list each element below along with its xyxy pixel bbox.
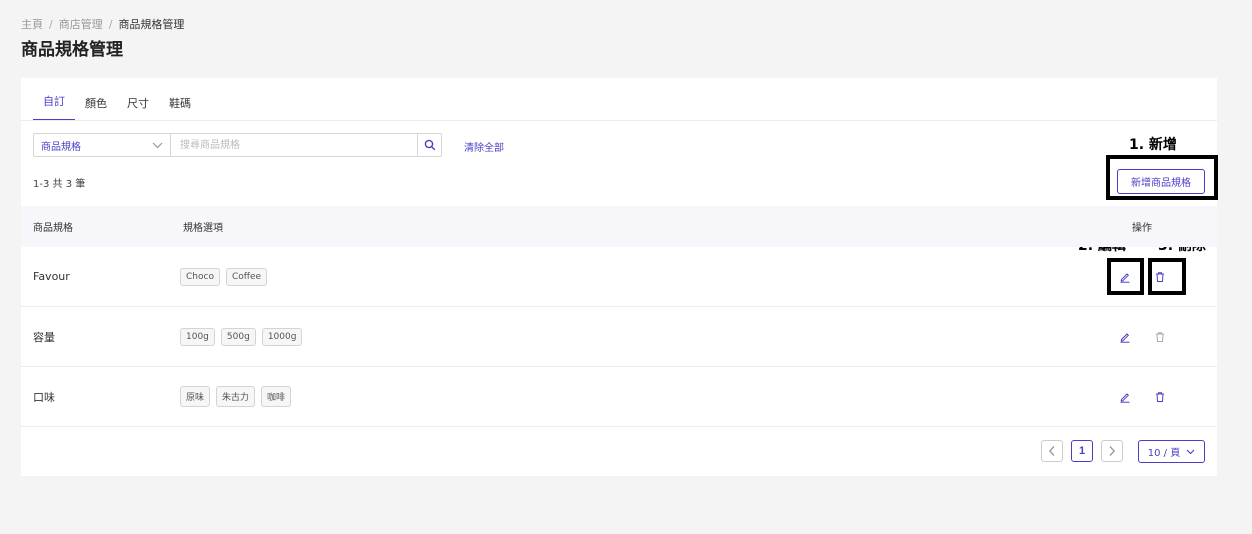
spec-tag: Choco	[180, 267, 220, 286]
field-select-value: 商品規格	[41, 141, 81, 153]
next-page-button[interactable]	[1101, 440, 1123, 462]
page-number-button[interactable]: 1	[1071, 440, 1093, 462]
chevron-down-icon	[152, 142, 163, 148]
spec-tag: 500g	[220, 327, 256, 346]
trash-icon	[1156, 391, 1164, 402]
edit-button[interactable]	[1118, 330, 1132, 344]
tab-bar: 自訂 顏色 尺寸 鞋碼	[33, 78, 201, 121]
edit-button[interactable]	[1118, 390, 1132, 404]
chevron-down-icon	[1186, 449, 1195, 454]
spec-tag: Coffee	[225, 267, 268, 286]
page-number-wrap: 1	[1071, 440, 1093, 462]
row-spec-tags: Choco Coffee	[180, 267, 268, 286]
field-select[interactable]: 商品規格	[33, 133, 171, 157]
search-icon	[424, 139, 435, 151]
annotation-add: 1. 新增	[1129, 137, 1177, 153]
tab-color[interactable]: 顏色	[75, 95, 117, 121]
header-spec-name: 商品規格	[33, 223, 73, 234]
header-spec-options: 規格選項	[183, 223, 223, 234]
breadcrumb-shop[interactable]: 商店管理	[59, 16, 103, 32]
annotation-edit-box	[1107, 258, 1144, 295]
page-size-value: 10 / 頁	[1147, 448, 1181, 459]
pencil-icon	[1120, 332, 1130, 343]
next-page-wrap	[1101, 440, 1123, 462]
chevron-left-icon	[1048, 446, 1055, 456]
row-spec-name: 口味	[33, 390, 55, 404]
annotation-delete-box	[1148, 258, 1186, 295]
chevron-right-icon	[1109, 446, 1116, 456]
row-spec-name: 容量	[33, 330, 55, 344]
spec-table: 商品規格 規格選項 操作 Favour Choco Coffee 容量 100g…	[21, 206, 1217, 427]
spec-tag: 1000g	[261, 327, 303, 346]
page-title: 商品規格管理	[21, 40, 123, 60]
spec-tag: 原味	[180, 386, 211, 407]
row-spec-name: Favour	[33, 270, 70, 283]
tabs-divider	[21, 120, 1217, 121]
table-row: 口味 原味 朱古力 咖啡	[21, 367, 1217, 427]
spec-card: 自訂 顏色 尺寸 鞋碼 商品規格 清除全部 1-3 共 3 筆 1. 新增 新增…	[21, 78, 1218, 476]
table-row: Favour Choco Coffee	[21, 247, 1217, 307]
breadcrumb-home[interactable]: 主頁	[21, 16, 43, 32]
tab-shoe-size[interactable]: 鞋碼	[159, 95, 201, 121]
breadcrumb-separator: /	[108, 17, 113, 31]
spec-tag: 咖啡	[261, 386, 292, 407]
tab-custom[interactable]: 自訂	[33, 93, 75, 121]
breadcrumb-current: 商品規格管理	[118, 18, 185, 31]
pencil-icon	[1120, 392, 1130, 403]
add-spec-button[interactable]: 新增商品規格	[1117, 169, 1205, 194]
search-input[interactable]	[171, 133, 418, 157]
table-header: 商品規格 規格選項 操作	[21, 206, 1217, 247]
result-count: 1-3 共 3 筆	[33, 179, 86, 190]
spec-tag: 100g	[180, 327, 215, 346]
search-button[interactable]	[418, 133, 442, 157]
tab-size[interactable]: 尺寸	[117, 95, 159, 121]
row-spec-tags: 原味 朱古力 咖啡	[180, 386, 292, 407]
clear-all-link[interactable]: 清除全部	[464, 139, 504, 154]
delete-button[interactable]	[1153, 390, 1167, 404]
delete-button[interactable]	[1153, 330, 1167, 344]
header-actions: 操作	[1132, 223, 1152, 234]
breadcrumb-separator: /	[49, 17, 53, 31]
trash-icon	[1156, 331, 1164, 342]
filter-bar: 商品規格	[33, 133, 442, 157]
prev-page-button[interactable]	[1041, 440, 1063, 462]
page-size-select[interactable]: 10 / 頁	[1138, 440, 1205, 463]
spec-tag: 朱古力	[216, 386, 256, 407]
prev-page-wrap	[1041, 440, 1063, 462]
table-row: 容量 100g 500g 1000g	[21, 307, 1217, 367]
row-spec-tags: 100g 500g 1000g	[180, 327, 303, 346]
breadcrumb: 主頁 / 商店管理 / 商品規格管理	[21, 16, 184, 32]
